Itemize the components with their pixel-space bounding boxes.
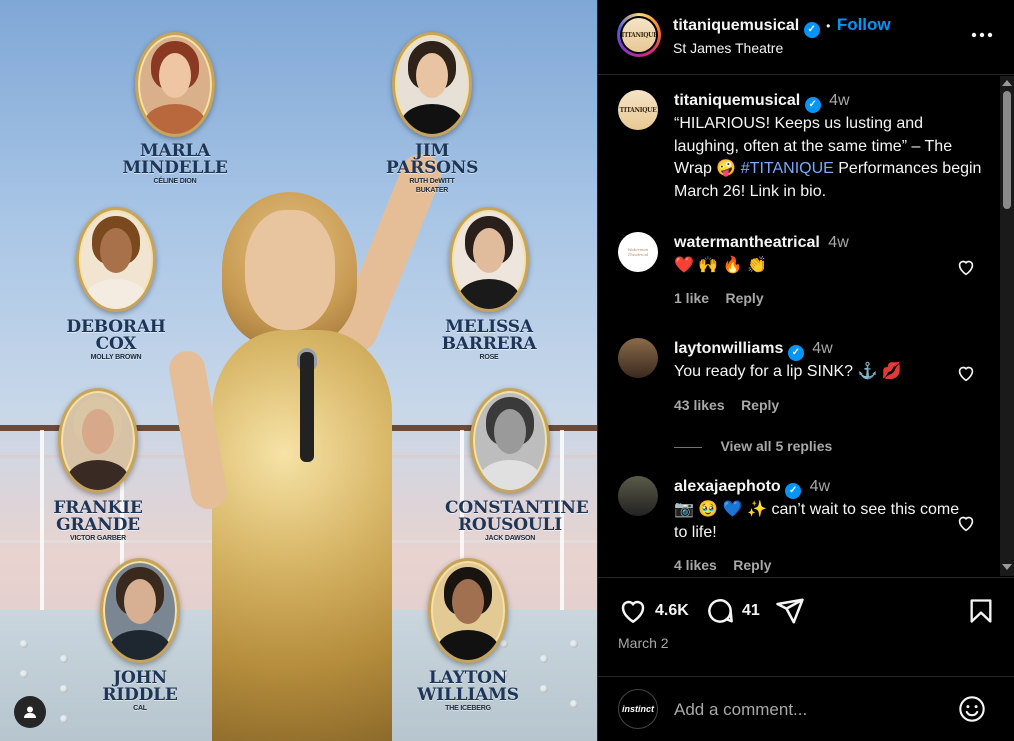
comment-text: 📷 🥹 💙 ✨ can’t wait to see this come to l… — [674, 501, 960, 541]
replies-divider — [674, 446, 702, 448]
heart-icon[interactable] — [955, 362, 977, 384]
comments-scrollbar[interactable] — [1000, 76, 1014, 576]
cast-name-melissa: MELISSA BARRERA ROSE — [441, 317, 537, 362]
rivet — [540, 655, 548, 663]
comment-count[interactable]: 41 — [742, 602, 760, 620]
post-date[interactable]: March 2 — [618, 635, 669, 651]
post-side-panel: TITANIQUE titaniquemusical ✓ • Follow St… — [597, 0, 1014, 741]
cast-name-john: JOHN RIDDLE CAL — [102, 668, 178, 713]
rivet — [20, 670, 28, 678]
reply-button[interactable]: Reply — [741, 397, 779, 413]
comment-username[interactable]: laytonwilliams — [674, 340, 783, 357]
post-actions: 4.6K 41 March 2 — [598, 577, 1014, 677]
scroll-up-arrow[interactable] — [1002, 80, 1012, 86]
microphone — [300, 352, 314, 462]
comment-username[interactable]: watermantheatrical — [674, 234, 820, 251]
caption-avatar[interactable]: TITANIQUE — [618, 90, 658, 130]
cast-portrait-john — [100, 558, 180, 663]
heart-icon[interactable] — [955, 512, 977, 534]
bookmark-icon[interactable] — [967, 596, 995, 626]
comment-item: Waterman Theatrical watermantheatrical 4… — [618, 232, 978, 312]
comment-time[interactable]: 4w — [810, 478, 830, 495]
author-avatar: TITANIQUE — [622, 18, 656, 52]
rivet — [60, 685, 68, 693]
comment-avatar[interactable] — [618, 338, 658, 378]
cast-portrait-melissa — [449, 207, 529, 312]
post-location[interactable]: St James Theatre — [673, 40, 783, 56]
comment-input[interactable]: Add a comment... — [674, 700, 807, 720]
tagged-users-button[interactable] — [14, 696, 46, 728]
cast-name-jim: JIM PARSONS RUTH DeWITT BUKATER — [385, 141, 479, 195]
rivet — [500, 640, 508, 648]
comment-text: You ready for a lip SINK? ⚓ 💋 — [674, 363, 902, 381]
rivet — [20, 640, 28, 648]
comment-likes[interactable]: 43 likes — [674, 397, 725, 413]
rivet — [60, 715, 68, 723]
verified-icon: ✓ — [787, 345, 804, 362]
cast-name-frankie: FRANKIE GRANDE VICTOR GARBER — [53, 498, 143, 543]
rivet — [540, 685, 548, 693]
cast-portrait-layton — [428, 558, 508, 663]
scroll-down-arrow[interactable] — [1002, 564, 1012, 570]
view-replies-button[interactable]: View all 5 replies — [720, 438, 832, 454]
comment-item: alexajaephoto ✓ 4w 📷 🥹 💙 ✨ can’t wait to… — [618, 476, 978, 576]
performer-face — [245, 210, 335, 330]
comment-icon[interactable] — [705, 596, 735, 626]
author-username[interactable]: titaniquemusical — [673, 17, 799, 34]
post-image[interactable]: MARLA MINDELLE CÉLINE DION JIM PARSONS RUT… — [0, 0, 597, 741]
comment-time[interactable]: 4w — [828, 234, 848, 251]
comments-list[interactable]: TITANIQUE titaniquemusical ✓ 4w “HILARIO… — [598, 76, 1014, 576]
caption-username[interactable]: titaniquemusical — [674, 92, 800, 109]
comment-username[interactable]: alexajaephoto — [674, 478, 781, 495]
user-icon — [24, 706, 36, 718]
follow-button[interactable]: Follow — [837, 15, 891, 34]
cast-name-deborah: DEBORAH COX MOLLY BROWN — [66, 317, 166, 362]
comment-likes[interactable]: 1 like — [674, 290, 709, 306]
separator-dot: • — [826, 19, 831, 33]
cast-name-constantine: CONSTANTINE ROUSOULI JACK DAWSON — [445, 498, 589, 543]
post-header: TITANIQUE titaniquemusical ✓ • Follow St… — [598, 0, 1014, 75]
more-options-icon[interactable] — [971, 18, 993, 44]
share-icon[interactable] — [775, 596, 805, 626]
verified-icon: ✓ — [785, 483, 802, 500]
current-user-avatar[interactable]: instinct — [618, 689, 658, 729]
cast-portrait-marla — [135, 32, 215, 137]
verified-icon: ✓ — [803, 21, 820, 38]
comment-time[interactable]: 4w — [812, 340, 832, 357]
heart-icon[interactable] — [618, 596, 648, 626]
reply-button[interactable]: Reply — [725, 290, 763, 306]
hashtag-link[interactable]: #TITANIQUE — [741, 160, 834, 177]
caption-time[interactable]: 4w — [829, 92, 849, 109]
like-count[interactable]: 4.6K — [655, 602, 689, 620]
reply-button[interactable]: Reply — [733, 557, 771, 573]
cast-portrait-constantine — [470, 388, 550, 493]
cast-name-layton: LAYTON WILLIAMS THE ICEBERG — [417, 668, 519, 713]
heart-icon[interactable] — [955, 256, 977, 278]
author-avatar-story-ring[interactable]: TITANIQUE — [617, 13, 661, 57]
rivet — [570, 700, 578, 708]
cast-portrait-jim — [392, 32, 472, 137]
rivet — [570, 640, 578, 648]
comment-avatar[interactable] — [618, 476, 658, 516]
rivet — [60, 655, 68, 663]
comment-item: laytonwilliams ✓ 4w You ready for a lip … — [618, 338, 978, 458]
verified-icon: ✓ — [804, 97, 821, 114]
emoji-icon[interactable] — [958, 695, 986, 723]
zany-face-emoji: 🤪 — [716, 160, 737, 178]
cast-portrait-deborah — [76, 207, 156, 312]
comment-avatar[interactable]: Waterman Theatrical — [618, 232, 658, 272]
add-comment-bar: instinct Add a comment... — [598, 676, 1014, 741]
comment-likes[interactable]: 4 likes — [674, 557, 717, 573]
caption: TITANIQUE titaniquemusical ✓ 4w “HILARIO… — [618, 90, 981, 215]
cast-portrait-frankie — [58, 388, 138, 493]
scrollbar-thumb[interactable] — [1003, 91, 1011, 209]
cast-name-marla: MARLA MINDELLE CÉLINE DION — [122, 141, 228, 186]
comment-text: ❤️ 🙌 🔥 👏 — [674, 256, 768, 274]
